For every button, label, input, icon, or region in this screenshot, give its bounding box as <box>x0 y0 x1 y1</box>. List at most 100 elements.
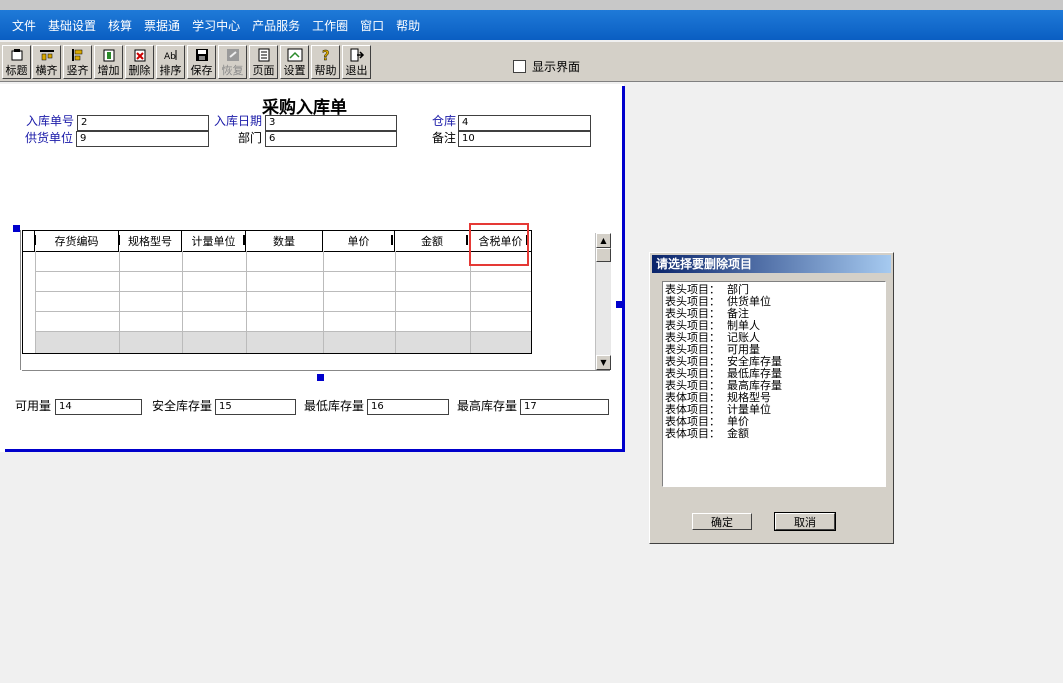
table-row[interactable] <box>35 292 531 312</box>
dialog-title: 请选择要删除项目 <box>652 255 891 273</box>
title-button-label: 标题 <box>5 64 28 77</box>
menu-ticket[interactable]: 票据通 <box>144 17 180 34</box>
grid-line <box>470 251 471 353</box>
settings-icon <box>287 48 303 62</box>
safety-field[interactable]: 15 <box>215 399 296 415</box>
col-price[interactable]: 单价 <box>323 231 395 251</box>
dept-label[interactable]: 部门 <box>238 129 262 146</box>
table-row[interactable] <box>35 252 531 272</box>
save-button[interactable]: 保存 <box>187 45 216 79</box>
page-button[interactable]: 页面 <box>249 45 278 79</box>
help-button[interactable]: ? 帮助 <box>311 45 340 79</box>
list-item[interactable]: 表体项目： 金额 <box>665 428 885 440</box>
window-top-strip <box>0 0 1063 10</box>
title-button[interactable]: 标题 <box>2 45 31 79</box>
delete-icon <box>132 48 148 62</box>
restore-button[interactable]: 恢复 <box>218 45 247 79</box>
col-marker <box>243 235 245 245</box>
svg-text:Ab: Ab <box>164 52 176 62</box>
available-label[interactable]: 可用量 <box>15 397 51 414</box>
grid-line <box>182 251 183 353</box>
grid-line <box>395 251 396 353</box>
scroll-down-icon[interactable]: ▼ <box>596 355 611 370</box>
show-ui-checkbox[interactable]: 显示界面 <box>513 58 580 75</box>
sort-button[interactable]: Ab 排序 <box>156 45 185 79</box>
save-button-label: 保存 <box>190 64 213 77</box>
ok-button[interactable]: 确定 <box>692 513 752 530</box>
grid-scrollbar[interactable]: ▲ ▼ <box>595 233 611 370</box>
menu-basic-settings[interactable]: 基础设置 <box>48 17 96 34</box>
menu-window[interactable]: 窗口 <box>360 17 384 34</box>
settings-button[interactable]: 设置 <box>280 45 309 79</box>
delete-item-dialog: 请选择要删除项目 表头项目： 部门 表头项目： 供货单位 表头项目： 备注 表头… <box>649 252 894 544</box>
align-vertical-button[interactable]: 竖齐 <box>63 45 92 79</box>
col-marker <box>118 235 120 245</box>
available-field[interactable]: 14 <box>55 399 142 415</box>
menu-workcircle[interactable]: 工作圈 <box>312 17 348 34</box>
exit-button[interactable]: 退出 <box>342 45 371 79</box>
resize-handle-bottom[interactable] <box>317 374 324 381</box>
grid-frame-left <box>20 230 21 370</box>
sort-button-label: 排序 <box>159 64 182 77</box>
table-row[interactable] <box>35 272 531 292</box>
menu-learning[interactable]: 学习中心 <box>192 17 240 34</box>
menu-products[interactable]: 产品服务 <box>252 17 300 34</box>
grid-header: 存货编码 规格型号 计量单位 数量 单价 金额 含税单价 <box>23 231 531 252</box>
show-ui-label: 显示界面 <box>532 60 581 74</box>
safety-label[interactable]: 安全库存量 <box>152 397 212 414</box>
delete-button-label: 删除 <box>128 64 151 77</box>
table-row[interactable] <box>35 312 531 332</box>
restore-button-label: 恢复 <box>221 64 244 77</box>
warehouse-label[interactable]: 仓库 <box>432 112 456 129</box>
supplier-field[interactable]: 9 <box>76 131 209 147</box>
col-unit[interactable]: 计量单位 <box>182 231 246 251</box>
grid-line <box>246 251 247 353</box>
supplier-label[interactable]: 供货单位 <box>25 129 73 146</box>
resize-handle-right[interactable] <box>616 301 623 308</box>
warehouse-field[interactable]: 4 <box>458 115 591 131</box>
max-stock-label[interactable]: 最高库存量 <box>457 397 517 414</box>
add-button[interactable]: 增加 <box>94 45 123 79</box>
max-stock-field[interactable]: 17 <box>520 399 609 415</box>
align-horizontal-button[interactable]: 横齐 <box>32 45 61 79</box>
col-inventory-code[interactable]: 存货编码 <box>35 231 119 251</box>
resize-handle-top-left[interactable] <box>13 225 20 232</box>
date-field[interactable]: 3 <box>265 115 397 131</box>
remark-field[interactable]: 10 <box>458 131 591 147</box>
detail-grid[interactable]: 存货编码 规格型号 计量单位 数量 单价 金额 含税单价 <box>22 230 532 354</box>
canvas-right-border <box>622 86 625 452</box>
scroll-thumb[interactable] <box>596 248 611 262</box>
menu-help[interactable]: 帮助 <box>396 17 420 34</box>
col-amount[interactable]: 金额 <box>395 231 470 251</box>
align-vertical-icon <box>70 48 86 62</box>
title-icon <box>9 48 25 62</box>
svg-text:?: ? <box>322 49 330 62</box>
scroll-up-icon[interactable]: ▲ <box>596 233 611 248</box>
menu-file[interactable]: 文件 <box>12 17 36 34</box>
dialog-item-list[interactable]: 表头项目： 部门 表头项目： 供货单位 表头项目： 备注 表头项目： 制单人 表… <box>662 281 886 487</box>
menu-bar: 文件 基础设置 核算 票据通 学习中心 产品服务 工作圈 窗口 帮助 <box>0 10 1063 40</box>
add-button-label: 增加 <box>97 64 120 77</box>
checkbox-box[interactable] <box>513 60 526 73</box>
min-stock-field[interactable]: 16 <box>367 399 449 415</box>
dept-field[interactable]: 6 <box>265 131 397 147</box>
exit-icon <box>349 48 365 62</box>
menu-accounting[interactable]: 核算 <box>108 17 132 34</box>
table-row[interactable] <box>35 332 531 353</box>
settings-button-label: 设置 <box>283 64 306 77</box>
align-vertical-label: 竖齐 <box>66 64 89 77</box>
help-button-label: 帮助 <box>314 64 337 77</box>
date-label[interactable]: 入库日期 <box>214 112 262 129</box>
min-stock-label[interactable]: 最低库存量 <box>304 397 364 414</box>
restore-icon <box>225 48 241 62</box>
grid-frame-bottom <box>22 370 610 371</box>
save-icon <box>194 48 210 62</box>
delete-button[interactable]: 删除 <box>125 45 154 79</box>
order-no-label[interactable]: 入库单号 <box>26 112 74 129</box>
col-spec[interactable]: 规格型号 <box>119 231 182 251</box>
col-quantity[interactable]: 数量 <box>246 231 323 251</box>
cancel-button[interactable]: 取消 <box>774 512 836 531</box>
align-horizontal-label: 横齐 <box>35 64 58 77</box>
order-no-field[interactable]: 2 <box>77 115 209 131</box>
remark-label[interactable]: 备注 <box>432 129 456 146</box>
